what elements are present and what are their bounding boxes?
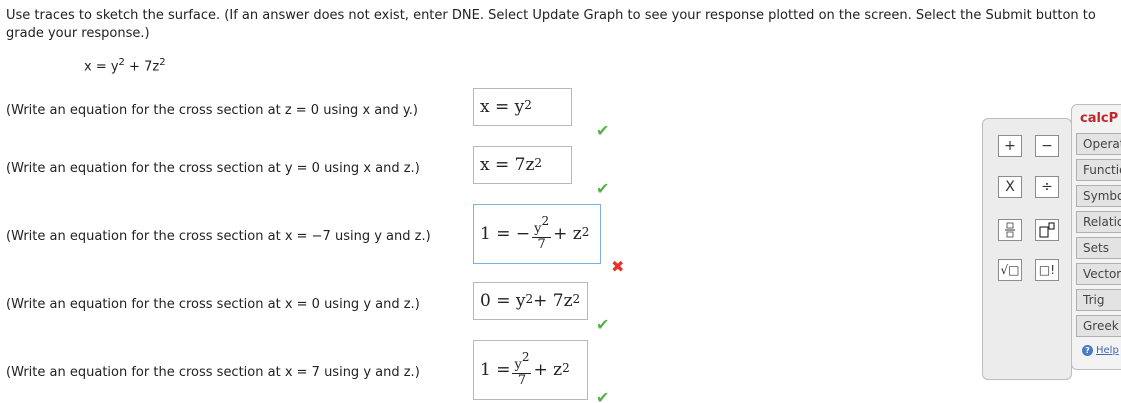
answer-1-correct-icon: ✔ (596, 121, 610, 140)
answer-4-correct-icon: ✔ (596, 315, 610, 334)
plus-button[interactable]: + (998, 135, 1022, 157)
question-2-prompt: (Write an equation for the cross section… (6, 161, 420, 176)
divide-button[interactable]: ÷ (1035, 176, 1059, 198)
answer-4-exp-1: 2 (525, 292, 534, 306)
tab-relations[interactable]: Relatio (1076, 211, 1121, 233)
given-eq-lhs: x = y (84, 59, 119, 75)
answer-5-rest: + z (533, 360, 563, 380)
answer-5-num-exp: 2 (521, 350, 530, 365)
instructions-text: Use traces to sketch the surface. (If an… (6, 8, 1096, 41)
answer-3-rest: + z (553, 224, 582, 244)
answer-1-exp: 2 (524, 98, 532, 112)
answer-3-input[interactable]: 1 = − y2 7 + z2 (473, 204, 601, 264)
answer-1-input[interactable]: x = y2 (473, 88, 572, 126)
sqrt-button[interactable]: √□ (998, 259, 1022, 281)
answer-2-text: x = 7z (480, 155, 535, 175)
exponent-icon (1039, 222, 1055, 238)
calcpad-panel: calcP Operat Functio Symbo Relatio Sets … (1071, 104, 1121, 370)
tab-symbols[interactable]: Symbo (1076, 185, 1121, 207)
answer-3-numerator: y2 (532, 214, 552, 238)
answer-5-lhs: 1 = (480, 360, 511, 380)
answer-1-text: x = y (480, 97, 525, 117)
answer-5-input[interactable]: 1 = y2 7 + z2 (473, 340, 588, 400)
minus-button[interactable]: − (1035, 135, 1059, 157)
calcpad-title: calcP (1080, 111, 1119, 126)
answer-2-exp: 2 (534, 156, 543, 170)
problem-page: Use traces to sketch the surface. (If an… (0, 0, 1121, 403)
answer-3-num-exp: 2 (541, 214, 550, 229)
math-keypad: + − X ÷ √□ □! (982, 118, 1072, 380)
answer-4-lhs: 0 = y (480, 291, 526, 311)
answer-5-denominator: 7 (517, 372, 527, 388)
help-label: Help (1096, 345, 1119, 356)
given-eq-mid: + 7z (124, 59, 160, 75)
given-equation: x = y2 + 7z2 (84, 57, 166, 74)
answer-4-exp-2: 2 (572, 292, 581, 306)
answer-5-numerator: y2 (512, 350, 532, 374)
answer-3-fraction: y2 7 (532, 214, 552, 252)
answer-4-mid: + 7z (533, 291, 573, 311)
help-icon: ? (1082, 345, 1093, 356)
times-button[interactable]: X (998, 176, 1022, 198)
answer-2-correct-icon: ✔ (596, 179, 610, 198)
answer-5-num-var: y (514, 357, 522, 373)
factorial-button[interactable]: □! (1035, 259, 1059, 281)
help-link[interactable]: ? Help (1082, 345, 1119, 356)
tab-trig[interactable]: Trig (1076, 289, 1121, 311)
tab-functions[interactable]: Functio (1076, 159, 1121, 181)
answer-3-rest-exp: 2 (581, 225, 590, 239)
answer-5-correct-icon: ✔ (596, 388, 610, 403)
tab-operations[interactable]: Operat (1076, 133, 1121, 155)
fraction-icon (1005, 222, 1015, 238)
question-4-prompt: (Write an equation for the cross section… (6, 297, 420, 312)
answer-4-input[interactable]: 0 = y2 + 7z 2 (473, 282, 588, 320)
question-5-prompt: (Write an equation for the cross section… (6, 365, 420, 380)
tab-greek[interactable]: Greek (1076, 315, 1121, 337)
answer-2-input[interactable]: x = 7z 2 (473, 146, 572, 184)
given-eq-exp-2: 2 (159, 57, 166, 68)
fraction-button[interactable] (998, 219, 1022, 241)
question-1-prompt: (Write an equation for the cross section… (6, 103, 418, 118)
answer-3-denominator: 7 (537, 236, 546, 252)
answer-5-fraction: y2 7 (512, 350, 532, 388)
question-3-prompt: (Write an equation for the cross section… (6, 229, 431, 244)
tab-sets[interactable]: Sets (1076, 237, 1121, 259)
answer-5-rest-exp: 2 (562, 361, 570, 375)
answer-3-incorrect-icon: ✖ (611, 257, 625, 276)
answer-3-lhs: 1 = − (480, 224, 531, 244)
tab-vectors[interactable]: Vector (1076, 263, 1121, 285)
exponent-button[interactable] (1035, 219, 1059, 241)
